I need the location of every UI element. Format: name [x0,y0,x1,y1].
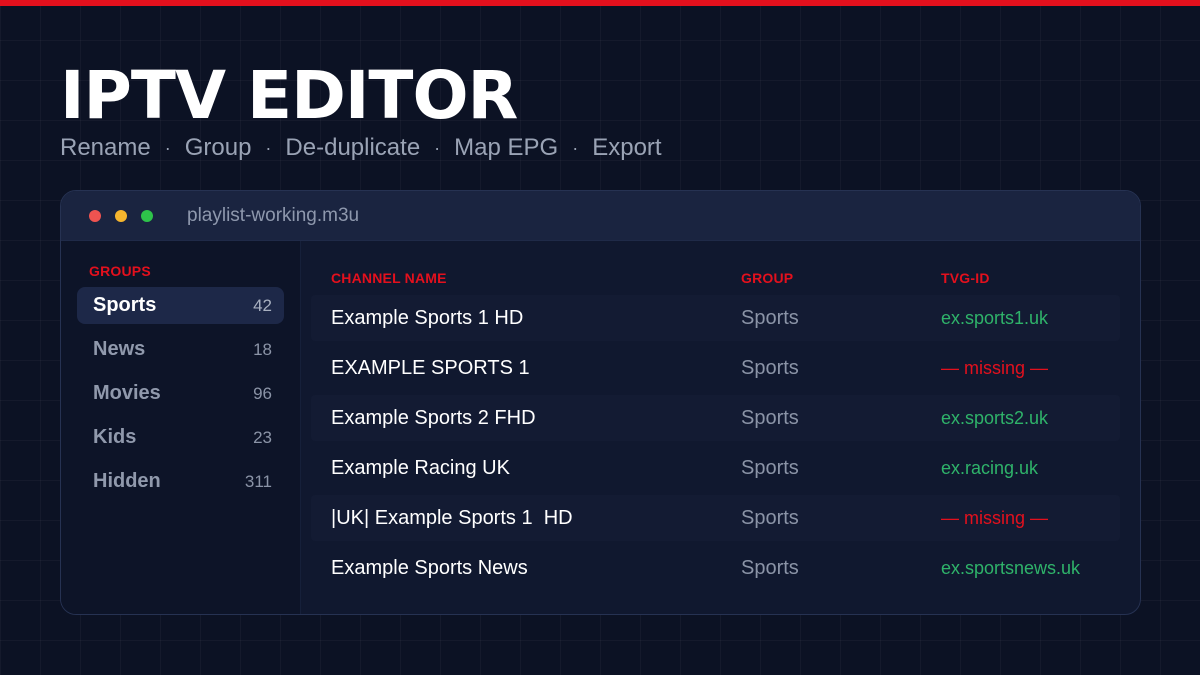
sidebar-item-news[interactable]: News 18 [77,331,284,368]
sidebar-item-label: News [93,338,146,360]
minimize-window-dot-icon[interactable] [115,209,127,222]
maximize-window-dot-icon[interactable] [141,209,153,222]
sidebar-item-label: Movies [93,382,161,404]
groups-sidebar: GROUPS Sports 42 News 18 Movies 96 Kids … [61,241,301,614]
feature-deduplicate: De-duplicate [285,134,421,161]
channel-name-cell: Example Sports 2 FHD [331,406,536,429]
channel-name-cell: Example Sports 1 HD [331,306,524,329]
table-row[interactable]: Example Sports 2 FHD Sports ex.sports2.u… [311,395,1120,441]
tvg-id-cell: ex.racing.uk [941,457,1039,478]
column-header-channel-name[interactable]: CHANNEL NAME [311,270,741,286]
table-row[interactable]: Example Sports News Sports ex.sportsnews… [311,545,1120,591]
group-cell: Sports [741,506,799,529]
group-cell: Sports [741,406,799,429]
sidebar-item-label: Kids [93,426,137,448]
sidebar-item-count: 18 [253,339,272,359]
window-filename: playlist-working.m3u [187,204,360,226]
table-header-row: CHANNEL NAME GROUP TVG-ID [311,263,1120,293]
sidebar-item-kids[interactable]: Kids 23 [77,419,284,456]
channel-name-cell: |UK| Example Sports 1 HD [331,506,573,529]
feature-separator: · [265,138,272,158]
sidebar-item-count: 42 [253,295,272,315]
table-row[interactable]: Example Racing UK Sports ex.racing.uk [311,445,1120,491]
close-window-dot-icon[interactable] [89,209,101,222]
sidebar-item-sports[interactable]: Sports 42 [77,287,284,324]
window-titlebar: playlist-working.m3u [61,191,1140,241]
channel-name-cell: EXAMPLE SPORTS 1 [331,356,530,379]
sidebar-item-count: 311 [244,471,272,491]
page-title: IPTV EDITOR [60,57,518,134]
window-body: GROUPS Sports 42 News 18 Movies 96 Kids … [61,241,1140,614]
table-row[interactable]: Example Sports 1 HD Sports ex.sports1.uk [311,295,1120,341]
channel-name-cell: Example Sports News [331,556,528,579]
feature-separator: · [434,138,441,158]
sidebar-item-movies[interactable]: Movies 96 [77,375,284,412]
channel-name-cell: Example Racing UK [331,456,510,479]
feature-list: Rename · Group · De-duplicate · Map EPG … [60,131,662,165]
tvg-id-cell-missing: — missing — [941,357,1049,378]
sidebar-item-hidden[interactable]: Hidden 311 [77,463,284,500]
sidebar-item-count: 23 [253,427,272,447]
feature-export: Export [592,134,662,161]
group-cell: Sports [741,456,799,479]
feature-group: Group [184,134,252,161]
feature-separator: · [164,138,171,158]
feature-separator: · [572,138,579,158]
tvg-id-cell: ex.sportsnews.uk [941,557,1081,578]
feature-map-epg: Map EPG [454,134,559,161]
tvg-id-cell: ex.sports2.uk [941,407,1049,428]
feature-rename: Rename [60,134,151,161]
sidebar-item-label: Hidden [93,470,161,492]
editor-window: playlist-working.m3u GROUPS Sports 42 Ne… [60,190,1141,615]
tvg-id-cell-missing: — missing — [941,507,1049,528]
column-header-tvg-id[interactable]: TVG-ID [941,270,1120,286]
table-row[interactable]: EXAMPLE SPORTS 1 Sports — missing — [311,345,1120,391]
sidebar-item-label: Sports [93,294,157,316]
channel-table: CHANNEL NAME GROUP TVG-ID Example Sports… [301,241,1140,614]
table-row[interactable]: |UK| Example Sports 1 HD Sports — missin… [311,495,1120,541]
tvg-id-cell: ex.sports1.uk [941,307,1049,328]
column-header-group[interactable]: GROUP [741,270,941,286]
group-cell: Sports [741,306,799,329]
group-cell: Sports [741,556,799,579]
sidebar-heading: GROUPS [89,263,151,279]
group-cell: Sports [741,356,799,379]
sidebar-item-count: 96 [253,383,272,403]
top-accent-bar [0,0,1200,6]
